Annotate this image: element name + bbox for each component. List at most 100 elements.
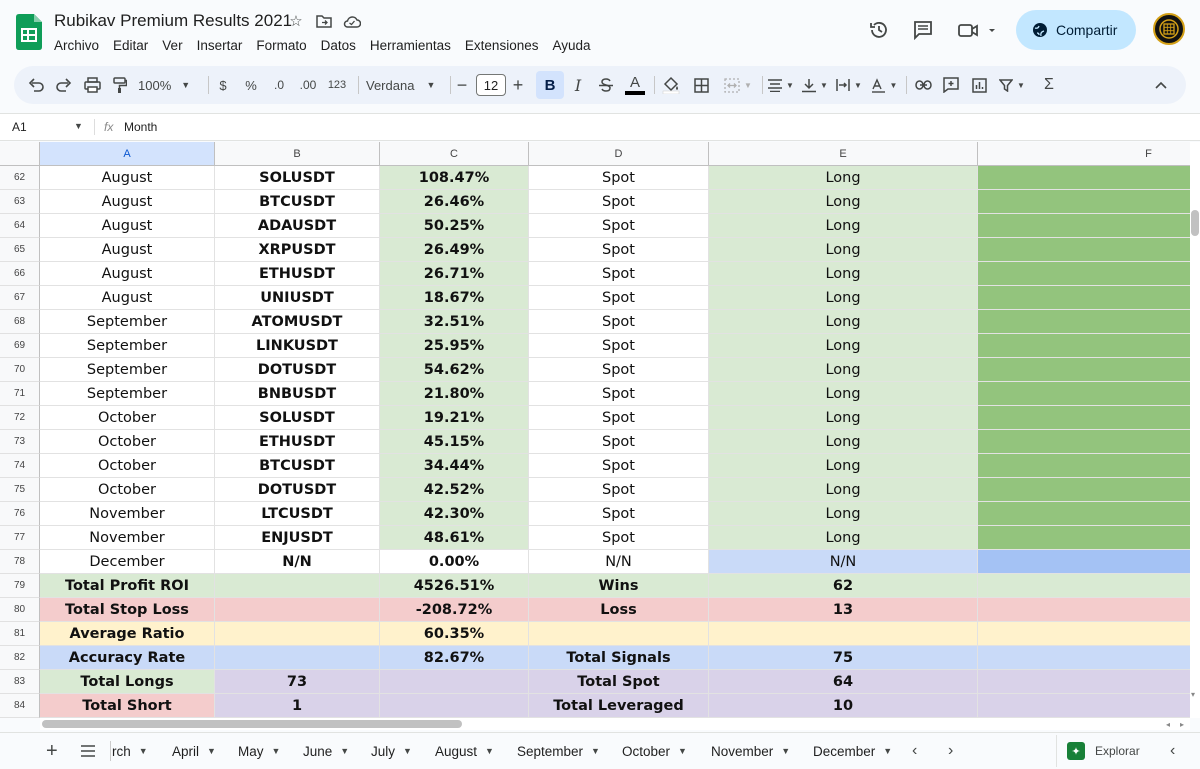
row-header[interactable]: 67: [0, 286, 40, 310]
chevron-down-icon[interactable]: ▼: [340, 746, 349, 756]
cell-a-68[interactable]: September: [40, 310, 215, 334]
italic-button[interactable]: I: [568, 66, 588, 104]
cell-a-84[interactable]: Total Short: [40, 694, 215, 718]
document-title[interactable]: Rubikav Premium Results 2021: [54, 11, 292, 31]
cell-d-81[interactable]: [529, 622, 709, 646]
cell-a-63[interactable]: August: [40, 190, 215, 214]
cell-e-78[interactable]: N/N: [709, 550, 978, 574]
cell-a-66[interactable]: August: [40, 262, 215, 286]
sheet-tab-july[interactable]: July ▼: [371, 733, 412, 769]
cell-d-78[interactable]: N/N: [529, 550, 709, 574]
font-select[interactable]: Verdana ▼: [366, 66, 440, 104]
column-header-b[interactable]: B: [215, 142, 380, 166]
cell-f-63[interactable]: [978, 190, 1190, 214]
cell-d-65[interactable]: Spot: [529, 238, 709, 262]
cell-b-62[interactable]: SOLUSDT: [215, 166, 380, 190]
cell-c-71[interactable]: 21.80%: [380, 382, 529, 406]
side-panel-toggle-icon[interactable]: ‹: [1170, 733, 1175, 769]
column-header-c[interactable]: C: [380, 142, 529, 166]
chevron-down-icon[interactable]: ▼: [272, 746, 281, 756]
cell-c-67[interactable]: 18.67%: [380, 286, 529, 310]
cell-b-65[interactable]: XRPUSDT: [215, 238, 380, 262]
cell-e-66[interactable]: Long: [709, 262, 978, 286]
row-header[interactable]: 83: [0, 670, 40, 694]
cell-a-75[interactable]: October: [40, 478, 215, 502]
percent-format-button[interactable]: %: [242, 66, 260, 104]
cell-a-64[interactable]: August: [40, 214, 215, 238]
cell-d-76[interactable]: Spot: [529, 502, 709, 526]
cloud-status-icon[interactable]: [343, 12, 361, 30]
explore-button[interactable]: ✦ Explorar: [1056, 735, 1154, 767]
cell-a-81[interactable]: Average Ratio: [40, 622, 215, 646]
row-header[interactable]: 76: [0, 502, 40, 526]
cell-b-77[interactable]: ENJUSDT: [215, 526, 380, 550]
cell-b-66[interactable]: ETHUSDT: [215, 262, 380, 286]
cell-d-83[interactable]: Total Spot: [529, 670, 709, 694]
menu-editar[interactable]: Editar: [113, 38, 148, 53]
row-header[interactable]: 70: [0, 358, 40, 382]
cell-f-78[interactable]: [978, 550, 1190, 574]
print-icon[interactable]: [80, 66, 104, 104]
cell-a-69[interactable]: September: [40, 334, 215, 358]
cell-f-67[interactable]: [978, 286, 1190, 310]
cell-a-82[interactable]: Accuracy Rate: [40, 646, 215, 670]
decrease-decimal-button[interactable]: .0: [268, 66, 290, 104]
cell-d-62[interactable]: Spot: [529, 166, 709, 190]
share-button[interactable]: Compartir: [1016, 10, 1136, 50]
cell-f-82[interactable]: [978, 646, 1190, 670]
add-sheet-button[interactable]: +: [46, 733, 58, 769]
cell-c-77[interactable]: 48.61%: [380, 526, 529, 550]
row-header[interactable]: 65: [0, 238, 40, 262]
horizontal-scroll-thumb[interactable]: [42, 720, 462, 728]
cell-d-72[interactable]: Spot: [529, 406, 709, 430]
cell-f-71[interactable]: [978, 382, 1190, 406]
row-header[interactable]: 63: [0, 190, 40, 214]
cell-c-62[interactable]: 108.47%: [380, 166, 529, 190]
chevron-down-icon[interactable]: ▼: [781, 746, 790, 756]
cell-e-83[interactable]: 64: [709, 670, 978, 694]
column-header-a[interactable]: A: [40, 142, 215, 166]
cell-e-65[interactable]: Long: [709, 238, 978, 262]
row-header[interactable]: 62: [0, 166, 40, 190]
cell-a-62[interactable]: August: [40, 166, 215, 190]
number-format-button[interactable]: 123: [326, 66, 348, 104]
row-header[interactable]: 69: [0, 334, 40, 358]
all-sheets-icon[interactable]: [80, 733, 96, 769]
cell-e-72[interactable]: Long: [709, 406, 978, 430]
cell-e-76[interactable]: Long: [709, 502, 978, 526]
cell-c-65[interactable]: 26.49%: [380, 238, 529, 262]
cell-c-73[interactable]: 45.15%: [380, 430, 529, 454]
cell-c-75[interactable]: 42.52%: [380, 478, 529, 502]
row-header[interactable]: 77: [0, 526, 40, 550]
sheet-tab-may[interactable]: May ▼: [238, 733, 280, 769]
currency-format-button[interactable]: $: [214, 66, 232, 104]
row-header[interactable]: 84: [0, 694, 40, 718]
strikethrough-icon[interactable]: [596, 66, 616, 104]
cell-e-74[interactable]: Long: [709, 454, 978, 478]
functions-icon[interactable]: Σ: [1038, 66, 1060, 104]
menu-ayuda[interactable]: Ayuda: [552, 38, 590, 53]
cell-b-79[interactable]: [215, 574, 380, 598]
cell-a-67[interactable]: August: [40, 286, 215, 310]
chevron-down-icon[interactable]: ▼: [74, 121, 83, 131]
cell-f-70[interactable]: [978, 358, 1190, 382]
scroll-tabs-right-icon[interactable]: ›: [948, 733, 953, 769]
star-icon[interactable]: ☆: [287, 12, 305, 30]
column-header-d[interactable]: D: [529, 142, 709, 166]
chevron-down-icon[interactable]: ▼: [139, 746, 148, 756]
cell-e-79[interactable]: 62: [709, 574, 978, 598]
cell-f-76[interactable]: [978, 502, 1190, 526]
move-folder-icon[interactable]: [315, 12, 333, 30]
column-header-e[interactable]: E: [709, 142, 978, 166]
cell-a-78[interactable]: December: [40, 550, 215, 574]
cell-a-65[interactable]: August: [40, 238, 215, 262]
cell-b-63[interactable]: BTCUSDT: [215, 190, 380, 214]
font-size-decrease-button[interactable]: −: [454, 66, 470, 104]
cell-e-73[interactable]: Long: [709, 430, 978, 454]
cell-c-79[interactable]: 4526.51%: [380, 574, 529, 598]
cell-d-75[interactable]: Spot: [529, 478, 709, 502]
cell-e-77[interactable]: Long: [709, 526, 978, 550]
cell-a-80[interactable]: Total Stop Loss: [40, 598, 215, 622]
merge-cells-icon[interactable]: ▼: [720, 66, 756, 104]
cell-d-73[interactable]: Spot: [529, 430, 709, 454]
